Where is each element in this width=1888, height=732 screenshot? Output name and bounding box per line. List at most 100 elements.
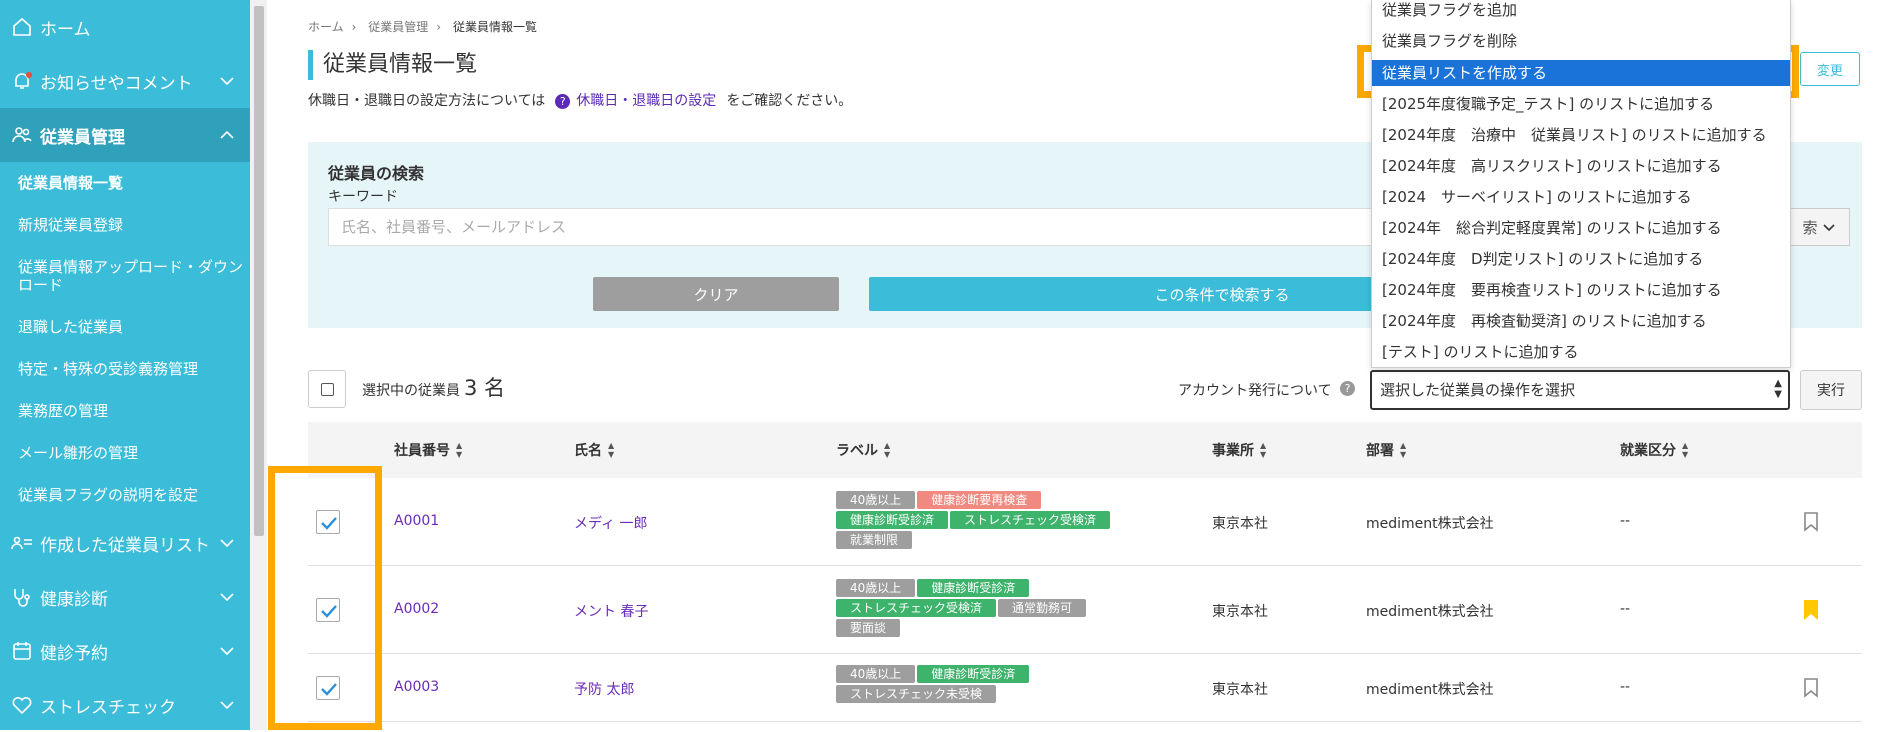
dropdown-option[interactable]: [テスト] のリストに追加する: [1372, 339, 1790, 365]
select-all-checkbox[interactable]: [308, 370, 346, 408]
label-tag: ストレスチェック受検済: [836, 599, 997, 617]
header-name[interactable]: 氏名 ▲ ▼: [574, 440, 614, 460]
sidebar-item-created-lists[interactable]: 作成した従業員リスト: [0, 516, 250, 570]
sidebar-item-stress-check[interactable]: ストレスチェック: [0, 678, 250, 732]
detail-search-label: 索: [1802, 218, 1818, 237]
bookmark-icon[interactable]: [1802, 677, 1820, 699]
operation-select[interactable]: 選択した従業員の操作を選択 ▲ ▼: [1370, 370, 1790, 410]
sidebar-sub-mail-templates[interactable]: メール雛形の管理: [0, 432, 250, 474]
label-tags: 40歳以上 健康診断受診済 ストレスチェック受検済 通常勤務可 要面談: [836, 578, 1166, 638]
employee-id-link[interactable]: A0002: [394, 601, 439, 617]
breadcrumb-employee-mgmt[interactable]: 従業員管理: [368, 20, 428, 34]
dropdown-option[interactable]: [2024年度 要再検査リスト] のリストに追加する: [1372, 277, 1790, 303]
dropdown-option[interactable]: [2024年 総合判定軽度異常] のリストに追加する: [1372, 215, 1790, 241]
breadcrumb-home[interactable]: ホーム: [308, 20, 344, 34]
operation-dropdown: 従業員フラグを追加 従業員フラグを削除 従業員リストを作成する [2025年度復職予定…: [1371, 0, 1791, 368]
sidebar-item-notices[interactable]: お知らせやコメント: [0, 54, 250, 108]
notice-link[interactable]: 休職日・退職日の設定: [576, 93, 716, 109]
chevron-down-icon: [220, 593, 234, 602]
dropdown-option[interactable]: 従業員フラグを削除: [1372, 28, 1790, 54]
chevron-down-icon: [1822, 224, 1835, 232]
sidebar: ホーム お知らせやコメント 従業員管理 従業員情報一覧 新規従業員登録 従業員情…: [0, 0, 250, 730]
sidebar-sub-retired[interactable]: 退職した従業員: [0, 306, 250, 348]
sidebar-sub-special-duty[interactable]: 特定・特殊の受診義務管理: [0, 348, 250, 390]
header-office[interactable]: 事業所 ▲ ▼: [1212, 440, 1266, 460]
sidebar-sub-employee-list[interactable]: 従業員情報一覧: [0, 162, 250, 204]
list-people-icon: [11, 536, 32, 550]
dropdown-option[interactable]: 従業員フラグを追加: [1372, 0, 1790, 23]
header-labels[interactable]: ラベル ▲ ▼: [836, 440, 890, 460]
department-cell: mediment株式会社: [1366, 604, 1494, 620]
sort-icon: ▲ ▼: [1260, 441, 1267, 459]
work-type-cell: --: [1620, 679, 1631, 695]
select-arrows-icon: ▲ ▼: [1774, 378, 1782, 400]
keyword-input[interactable]: [328, 208, 1388, 246]
clear-button[interactable]: クリア: [593, 277, 839, 311]
sidebar-item-label: ホーム: [40, 19, 91, 40]
sidebar-item-label: 健康診断: [40, 589, 108, 610]
dropdown-option[interactable]: [2024年度 治療中 従業員リスト] のリストに追加する: [1372, 122, 1790, 148]
work-type-cell: --: [1620, 513, 1631, 529]
sidebar-item-label: 作成した従業員リスト: [40, 535, 210, 556]
dropdown-option[interactable]: [2024年度 D判定リスト] のリストに追加する: [1372, 246, 1790, 272]
department-cell: mediment株式会社: [1366, 682, 1494, 698]
header-label: ラベル: [836, 443, 878, 459]
employee-id-link[interactable]: A0001: [394, 513, 439, 529]
stethoscope-icon: [14, 589, 30, 607]
keyword-label: キーワード: [328, 189, 398, 205]
label-tag: 40歳以上: [836, 491, 916, 509]
sort-icon: ▲ ▼: [608, 441, 615, 459]
sidebar-scroll-thumb[interactable]: [254, 6, 264, 536]
sidebar-sub-upload-download[interactable]: 従業員情報アップロード・ダウンロード: [0, 246, 250, 306]
sidebar-item-health-check[interactable]: 健康診断: [0, 570, 250, 624]
label-tag: 通常勤務可: [998, 599, 1087, 617]
label-tag: 就業制限: [836, 531, 913, 549]
label-tag: 40歳以上: [836, 665, 916, 683]
change-button[interactable]: 変更: [1800, 52, 1860, 86]
label-tag: 健康診断受診済: [917, 579, 1030, 597]
sidebar-sub-flag-descriptions[interactable]: 従業員フラグの説明を設定: [0, 474, 250, 516]
sidebar-item-label: 健診予約: [40, 643, 108, 664]
dropdown-option[interactable]: [2024年度 高リスクリスト] のリストに追加する: [1372, 153, 1790, 179]
chevron-down-icon: [220, 77, 234, 86]
chevron-down-icon: [220, 647, 234, 656]
sort-icon: ▲ ▼: [1682, 441, 1689, 459]
header-label: 事業所: [1212, 443, 1254, 459]
dropdown-option[interactable]: [2025年度復職予定_テスト] のリストに追加する: [1372, 91, 1790, 117]
detail-search-toggle[interactable]: 索: [1788, 208, 1850, 246]
sidebar-sub-work-history[interactable]: 業務歴の管理: [0, 390, 250, 432]
notice-after: をご確認ください。: [726, 93, 853, 109]
table-row: A0003 予防 太郎 東京本社 mediment株式会社 -- 40歳以上 健康診断受診済…: [308, 654, 1862, 722]
sidebar-item-home[interactable]: ホーム: [0, 0, 250, 54]
employee-name-link[interactable]: 予防 太郎: [574, 679, 634, 699]
notice-text: 休職日・退職日の設定方法については? 休職日・退職日の設定 をご確認ください。: [308, 90, 852, 110]
calendar-check-icon: [13, 642, 31, 660]
page-title: 従業員情報一覧: [308, 50, 477, 80]
bookmark-filled-icon[interactable]: [1802, 599, 1820, 621]
dropdown-option[interactable]: 従業員リストを作成する: [1372, 60, 1790, 86]
employee-id-link[interactable]: A0003: [394, 679, 439, 695]
header-work-type[interactable]: 就業区分 ▲ ▼: [1620, 440, 1688, 460]
dropdown-option[interactable]: [2024年度 再検査勧奨済] のリストに追加する: [1372, 308, 1790, 334]
selected-label: 選択中の従業員: [362, 383, 460, 399]
office-cell: 東京本社: [1212, 682, 1268, 698]
employee-name-link[interactable]: メント 春子: [574, 601, 648, 621]
label-tag: 健康診断受診済: [836, 511, 949, 529]
dropdown-option[interactable]: [2024 サーベイリスト] のリストに追加する: [1372, 184, 1790, 210]
execute-button[interactable]: 実行: [1800, 370, 1862, 410]
header-department[interactable]: 部署 ▲ ▼: [1366, 440, 1406, 460]
help-icon[interactable]: ?: [1340, 381, 1355, 396]
chevron-down-icon: [220, 539, 234, 548]
home-icon: [13, 17, 31, 36]
employee-name-link[interactable]: メディ 一郎: [574, 513, 647, 533]
table-header: 社員番号 ▲ ▼ 氏名 ▲ ▼ ラベル ▲ ▼ 事業所 ▲ ▼ 部署 ▲ ▼ 就業区分 ▲ ▼: [308, 422, 1862, 478]
label-tag: 要面談: [836, 619, 901, 637]
sidebar-item-employee-mgmt[interactable]: 従業員管理: [0, 108, 250, 162]
label-tag: 健康診断要再検査: [917, 491, 1042, 509]
bookmark-icon[interactable]: [1802, 511, 1820, 533]
sidebar-item-checkup-booking[interactable]: 健診予約: [0, 624, 250, 678]
label-tags: 40歳以上 健康診断受診済 ストレスチェック未受検: [836, 664, 1166, 704]
notice-before: 休職日・退職日の設定方法については: [308, 93, 546, 109]
sidebar-sub-new-employee[interactable]: 新規従業員登録: [0, 204, 250, 246]
header-employee-id[interactable]: 社員番号 ▲ ▼: [394, 440, 462, 460]
